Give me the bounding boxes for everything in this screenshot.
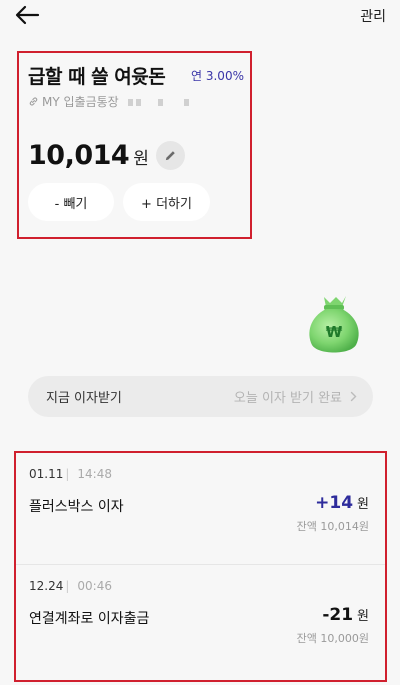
transaction-currency: 원	[357, 609, 369, 624]
transaction-date: 12.24	[29, 579, 64, 593]
transaction-amount: -21 원	[322, 605, 369, 625]
receive-interest-label: 지금 이자받기	[46, 391, 122, 406]
balance-display: 10,014 원	[28, 140, 149, 171]
interest-status-text: 오늘 이자 받기 완료	[233, 391, 342, 406]
balance-currency: 원	[133, 149, 149, 169]
transaction-date: 01.11	[29, 467, 64, 481]
transaction-title: 플러스박스 이자	[29, 499, 124, 515]
receive-interest-bar[interactable]: 지금 이자받기 오늘 이자 받기 완료	[28, 376, 373, 417]
money-bag-icon: ₩	[302, 287, 366, 357]
pencil-icon	[165, 151, 175, 161]
chevron-right-icon	[350, 391, 357, 402]
transaction-time: 14:48	[77, 467, 112, 481]
link-icon	[29, 97, 38, 106]
edit-button[interactable]	[156, 141, 185, 170]
account-name: 급할 때 쓸 여윳돈	[28, 66, 166, 88]
transaction-row[interactable]: 01.11 | 14:48 플러스박스 이자 +14 원 잔액 10,014원	[16, 453, 385, 563]
withdraw-button[interactable]: - 빼기	[28, 183, 114, 221]
transaction-time: 00:46	[77, 579, 112, 593]
transaction-amount: +14 원	[315, 493, 369, 513]
transaction-datetime: 01.11 | 14:48	[29, 467, 112, 481]
masked-account-number	[127, 95, 192, 109]
transaction-currency: 원	[357, 497, 369, 512]
back-button[interactable]	[12, 2, 42, 28]
transaction-datetime: 12.24 | 00:46	[29, 579, 112, 593]
arrow-left-icon	[15, 5, 40, 25]
interest-status: 오늘 이자 받기 완료	[234, 387, 357, 406]
balance-amount: 10,014	[28, 140, 130, 171]
transaction-row[interactable]: 12.24 | 00:46 연결계좌로 이자출금 -21 원 잔액 10,000원	[16, 564, 385, 675]
add-money-button[interactable]: + 더하기	[123, 183, 210, 221]
linked-account-label: MY 입출금통장	[42, 95, 119, 109]
transaction-amount-value: +14	[315, 493, 354, 513]
interest-rate: 연 3.00%	[191, 69, 244, 83]
manage-button[interactable]: 관리	[360, 6, 386, 26]
transaction-title: 연결계좌로 이자출금	[29, 611, 150, 627]
transaction-balance: 잔액 10,014원	[296, 520, 369, 533]
linked-account[interactable]: MY 입출금통장	[28, 93, 192, 110]
transaction-amount-value: -21	[322, 605, 354, 625]
svg-text:₩: ₩	[326, 323, 343, 341]
transaction-balance: 잔액 10,000원	[296, 632, 369, 645]
